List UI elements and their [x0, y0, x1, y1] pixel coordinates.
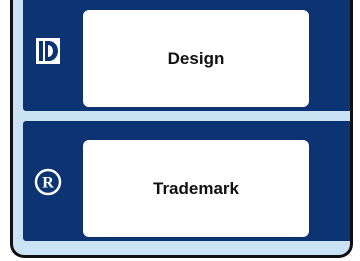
svg-text:R: R [42, 175, 54, 192]
category-row-design: Design [23, 0, 350, 111]
design-button[interactable]: Design [83, 10, 309, 107]
category-panel: Design R Trademark [10, 0, 353, 258]
trademark-button[interactable]: Trademark [83, 140, 309, 237]
registered-trademark-icon: R [33, 167, 63, 197]
category-row-trademark: R Trademark [23, 121, 350, 241]
design-d-icon [33, 36, 63, 66]
